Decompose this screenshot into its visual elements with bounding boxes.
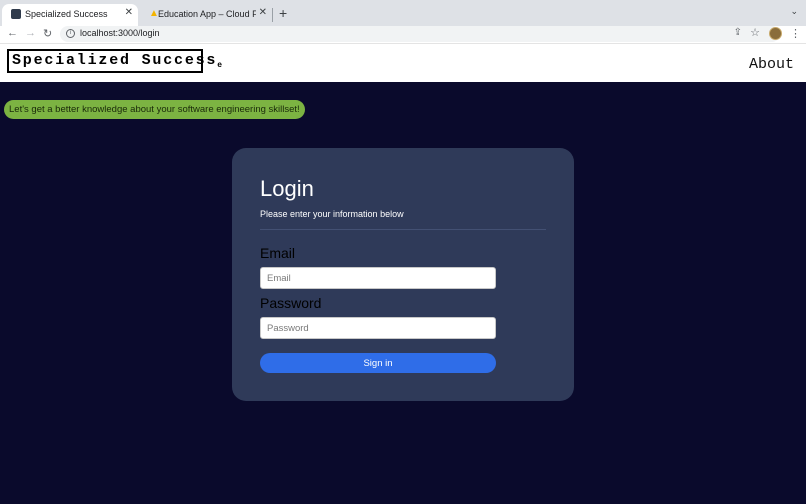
site-header: Specialized Successe About — [0, 44, 806, 82]
logo-mark: e — [217, 61, 223, 70]
about-link[interactable]: About — [749, 56, 794, 73]
email-label: Email — [260, 245, 296, 261]
password-field[interactable] — [260, 317, 496, 339]
email-field[interactable] — [260, 267, 496, 289]
tab-title: Education App – Cloud Firestore — [158, 9, 256, 19]
back-arrow-icon[interactable]: ← — [7, 27, 18, 39]
browser-toolbar: ← → ↻ i localhost:3000/login ⇪ ☆ ⋮ — [0, 26, 806, 44]
close-icon[interactable]: ✕ — [125, 7, 133, 18]
tab-education-app[interactable]: ▲ Education App – Cloud Firestore ✕ — [140, 4, 272, 26]
tab-specialized-success[interactable]: Specialized Success ✕ — [2, 4, 138, 26]
new-tab-button[interactable]: + — [279, 5, 287, 21]
password-label: Password — [260, 295, 322, 311]
login-title: Login — [260, 176, 314, 201]
share-icon[interactable]: ⇪ — [734, 27, 742, 38]
star-icon[interactable]: ☆ — [750, 26, 760, 39]
address-bar[interactable]: i localhost:3000/login ⇪ ☆ — [60, 26, 780, 42]
chevron-down-icon[interactable]: ⌄ — [790, 6, 798, 17]
tab-title: Specialized Success — [25, 9, 108, 19]
tab-divider — [272, 8, 273, 22]
login-subtitle: Please enter your information below — [260, 209, 404, 219]
close-icon[interactable]: ✕ — [259, 7, 267, 18]
sign-in-button[interactable]: Sign in — [260, 353, 496, 373]
login-card: Login Please enter your information belo… — [232, 148, 574, 401]
site-logo[interactable]: Specialized Successe — [7, 49, 222, 73]
divider — [260, 229, 546, 230]
url-text[interactable]: localhost:3000/login — [80, 28, 160, 38]
reload-icon[interactable]: ↻ — [43, 27, 52, 40]
forward-arrow-icon[interactable]: → — [25, 27, 36, 39]
welcome-banner: Let's get a better knowledge about your … — [4, 100, 305, 119]
more-options-icon[interactable]: ⋮ — [790, 27, 801, 40]
site-favicon-icon — [11, 9, 21, 19]
logo-text: Specialized Success — [12, 52, 218, 69]
browser-tab-strip: Specialized Success ✕ ▲ Education App – … — [0, 0, 806, 26]
info-icon[interactable]: i — [66, 29, 75, 38]
profile-avatar[interactable] — [769, 27, 782, 40]
